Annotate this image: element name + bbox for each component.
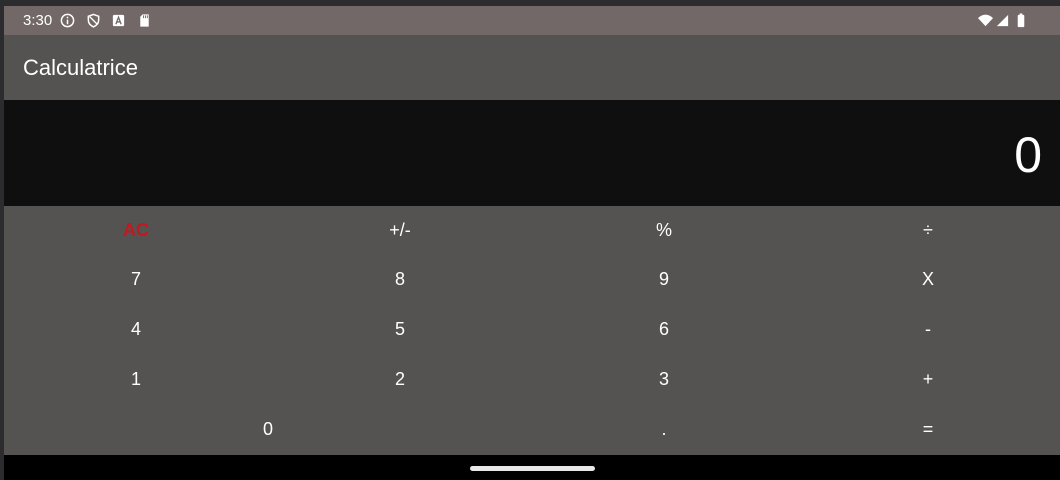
display-value: 0 bbox=[1014, 127, 1042, 183]
percent-button[interactable]: % bbox=[532, 206, 796, 255]
keyboard-a-icon bbox=[112, 14, 125, 27]
status-time: 3:30 bbox=[23, 12, 53, 29]
digit-8-button[interactable]: 8 bbox=[268, 255, 532, 304]
home-gesture-handle[interactable] bbox=[470, 466, 595, 471]
result-display: 0 bbox=[4, 100, 1060, 206]
digit-0-button[interactable]: 0 bbox=[4, 405, 532, 454]
add-button[interactable]: + bbox=[796, 355, 1060, 404]
digit-1-button[interactable]: 1 bbox=[4, 355, 268, 404]
multiply-button[interactable]: X bbox=[796, 255, 1060, 304]
keypad: AC +/- % ÷ 7 8 9 X 4 5 6 - 1 2 3 + 0 . = bbox=[4, 206, 1060, 455]
app-bar: Calculatrice bbox=[4, 35, 1060, 99]
digit-2-button[interactable]: 2 bbox=[268, 355, 532, 404]
shield-icon bbox=[87, 13, 100, 28]
info-icon bbox=[60, 13, 75, 28]
subtract-button[interactable]: - bbox=[796, 305, 1060, 354]
digit-6-button[interactable]: 6 bbox=[532, 305, 796, 354]
sign-toggle-button[interactable]: +/- bbox=[268, 206, 532, 255]
digit-3-button[interactable]: 3 bbox=[532, 355, 796, 404]
signal-icon bbox=[996, 14, 1009, 27]
digit-5-button[interactable]: 5 bbox=[268, 305, 532, 354]
digit-4-button[interactable]: 4 bbox=[4, 305, 268, 354]
sd-card-icon bbox=[140, 14, 149, 27]
decimal-button[interactable]: . bbox=[532, 405, 796, 454]
digit-9-button[interactable]: 9 bbox=[532, 255, 796, 304]
equals-button[interactable]: = bbox=[796, 405, 1060, 454]
battery-icon bbox=[1017, 13, 1025, 28]
clear-button[interactable]: AC bbox=[4, 206, 268, 255]
device-frame: 3:30 Calculatrice 0 AC +/- % ÷ 7 8 9 X 4… bbox=[0, 0, 1060, 480]
wifi-icon bbox=[978, 14, 993, 27]
app-screen: 3:30 Calculatrice 0 AC +/- % ÷ 7 8 9 X 4… bbox=[4, 6, 1060, 480]
divide-button[interactable]: ÷ bbox=[796, 206, 1060, 255]
navigation-bar bbox=[4, 455, 1060, 480]
status-bar: 3:30 bbox=[4, 6, 1060, 35]
digit-7-button[interactable]: 7 bbox=[4, 255, 268, 304]
app-title: Calculatrice bbox=[23, 55, 138, 80]
